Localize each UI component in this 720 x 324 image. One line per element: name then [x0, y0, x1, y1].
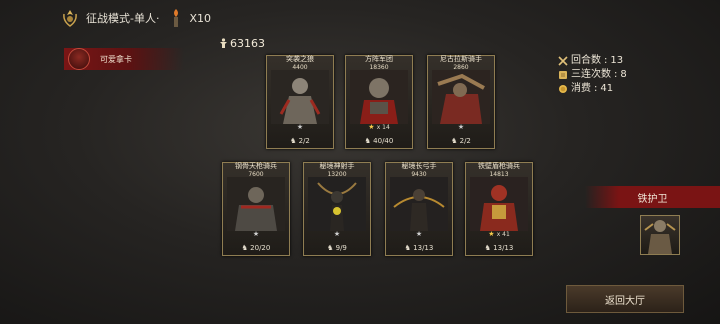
phalanx-portrait: [350, 70, 408, 124]
unit-name: 钢骨天枪骑兵: [235, 162, 277, 170]
unit-card[interactable]: 尼古拉斯骑手 2860 ★ ♞ 2/2: [427, 55, 495, 149]
unit-stars: ★ x 14: [346, 122, 412, 133]
unit-stars: ★: [457, 123, 465, 131]
torch-icon: [174, 9, 179, 27]
troop-icon: ♞: [484, 244, 491, 252]
nicholas-rider-portrait: [432, 70, 490, 124]
match-stats: 回合数: 13 三连次数: 8 消费: 41: [558, 54, 627, 96]
unit-name: 铁壁盾枪骑兵: [478, 162, 520, 170]
stat-triples-value: 8: [620, 69, 627, 80]
gold-coin-icon: [559, 85, 567, 93]
unit-stars: ★ x 41: [466, 229, 532, 240]
steel-lancer-portrait: [227, 177, 285, 231]
unit-name: 秘境长弓手: [401, 162, 437, 170]
unit-troops-value: 20/20: [250, 244, 271, 252]
unit-stars: ★: [223, 229, 289, 239]
unit-card[interactable]: 方阵军团 18360 ★ x 14 ♞ 40/40: [345, 55, 413, 149]
unit-name: 秘境神射手: [319, 162, 355, 170]
player-tab[interactable]: 可爱拿卡: [64, 48, 184, 70]
mode-multiplier: X10: [189, 11, 212, 25]
mystic-marksman-portrait: [308, 177, 366, 231]
unit-troops-value: 13/13: [413, 244, 434, 252]
return-lobby-button[interactable]: 返回大厅: [566, 285, 684, 313]
unit-name: 方阵军团: [365, 55, 393, 63]
featured-unit-banner: 铁护卫: [585, 186, 720, 208]
star-icon: ★: [415, 230, 423, 238]
star-count: x 41: [496, 231, 510, 238]
star-icon: ★: [368, 123, 375, 131]
wolf-raider-portrait: [271, 70, 329, 124]
troop-icon: ♞: [241, 244, 248, 252]
star-icon: ★: [333, 230, 341, 238]
crossed-swords-icon: [558, 56, 568, 66]
troop-icon: ♞: [404, 244, 411, 252]
unit-card[interactable]: 秘境长弓手 9430 ★ ♞ 13/13: [385, 162, 453, 256]
total-power-value: 63163: [230, 37, 265, 50]
troop-icon: ♞: [364, 137, 371, 145]
unit-name: 突袭之狼: [286, 55, 314, 63]
unit-card[interactable]: 铁壁盾枪骑兵 14813 ★ x 41 ♞ 13/13: [465, 162, 533, 256]
stat-triples-label: 三连次数: [571, 69, 611, 80]
ironwall-lancer-portrait: [470, 177, 528, 231]
stat-spent: 消费: 41: [558, 82, 627, 96]
featured-unit-thumbnail[interactable]: [640, 215, 680, 255]
stat-rounds: 回合数: 13: [558, 54, 627, 68]
mode-header: 征战模式-单人· X10: [60, 6, 211, 30]
iron-guard-portrait: [644, 220, 676, 254]
unit-troops-value: 40/40: [373, 137, 394, 145]
total-power: 63163: [219, 37, 265, 50]
star-icon: ★: [488, 230, 495, 238]
laurel-crest-icon: [63, 10, 77, 27]
return-lobby-label: 返回大厅: [605, 295, 645, 307]
troop-icon: ♞: [290, 137, 297, 145]
unit-stars: ★: [304, 229, 370, 239]
scroll-icon: [559, 71, 567, 79]
mystic-longbowman-portrait: [390, 177, 448, 231]
stat-triples: 三连次数: 8: [558, 68, 627, 82]
unit-troops: ♞ 13/13: [386, 244, 452, 253]
player-avatar: [68, 48, 90, 70]
unit-troops: ♞ 40/40: [346, 137, 412, 146]
unit-card[interactable]: 突袭之狼 4400 ★ ♞ 2/2: [266, 55, 334, 149]
stat-spent-value: 41: [600, 83, 614, 94]
unit-troops: ♞ 13/13: [466, 244, 532, 253]
unit-troops: ♞ 9/9: [304, 244, 370, 253]
troop-icon: ♞: [451, 137, 458, 145]
unit-troops-value: 2/2: [298, 137, 310, 145]
unit-card[interactable]: 秘境神射手 13200 ★ ♞ 9/9: [303, 162, 371, 256]
troop-icon: ♞: [327, 244, 334, 252]
unit-name: 尼古拉斯骑手: [440, 55, 482, 63]
stat-rounds-label: 回合数: [571, 55, 601, 66]
unit-troops-value: 13/13: [493, 244, 514, 252]
unit-stars: ★: [386, 229, 452, 239]
stat-rounds-value: 13: [610, 55, 624, 66]
unit-troops-value: 9/9: [335, 244, 347, 252]
unit-troops: ♞ 20/20: [223, 244, 289, 253]
stat-spent-label: 消费: [571, 83, 591, 94]
power-figure-icon: [220, 38, 227, 48]
featured-unit-name: 铁护卫: [637, 193, 668, 205]
unit-stars: ★: [296, 123, 304, 131]
unit-card[interactable]: 钢骨天枪骑兵 7600 ★ ♞ 20/20: [222, 162, 290, 256]
unit-troops: ♞ 2/2: [267, 137, 333, 146]
star-count: x 14: [376, 124, 390, 131]
unit-troops: ♞ 2/2: [428, 137, 494, 146]
unit-troops-value: 2/2: [459, 137, 471, 145]
mode-label: 征战模式-单人·: [86, 12, 160, 25]
star-icon: ★: [252, 230, 260, 238]
player-name: 可爱拿卡: [100, 54, 132, 64]
